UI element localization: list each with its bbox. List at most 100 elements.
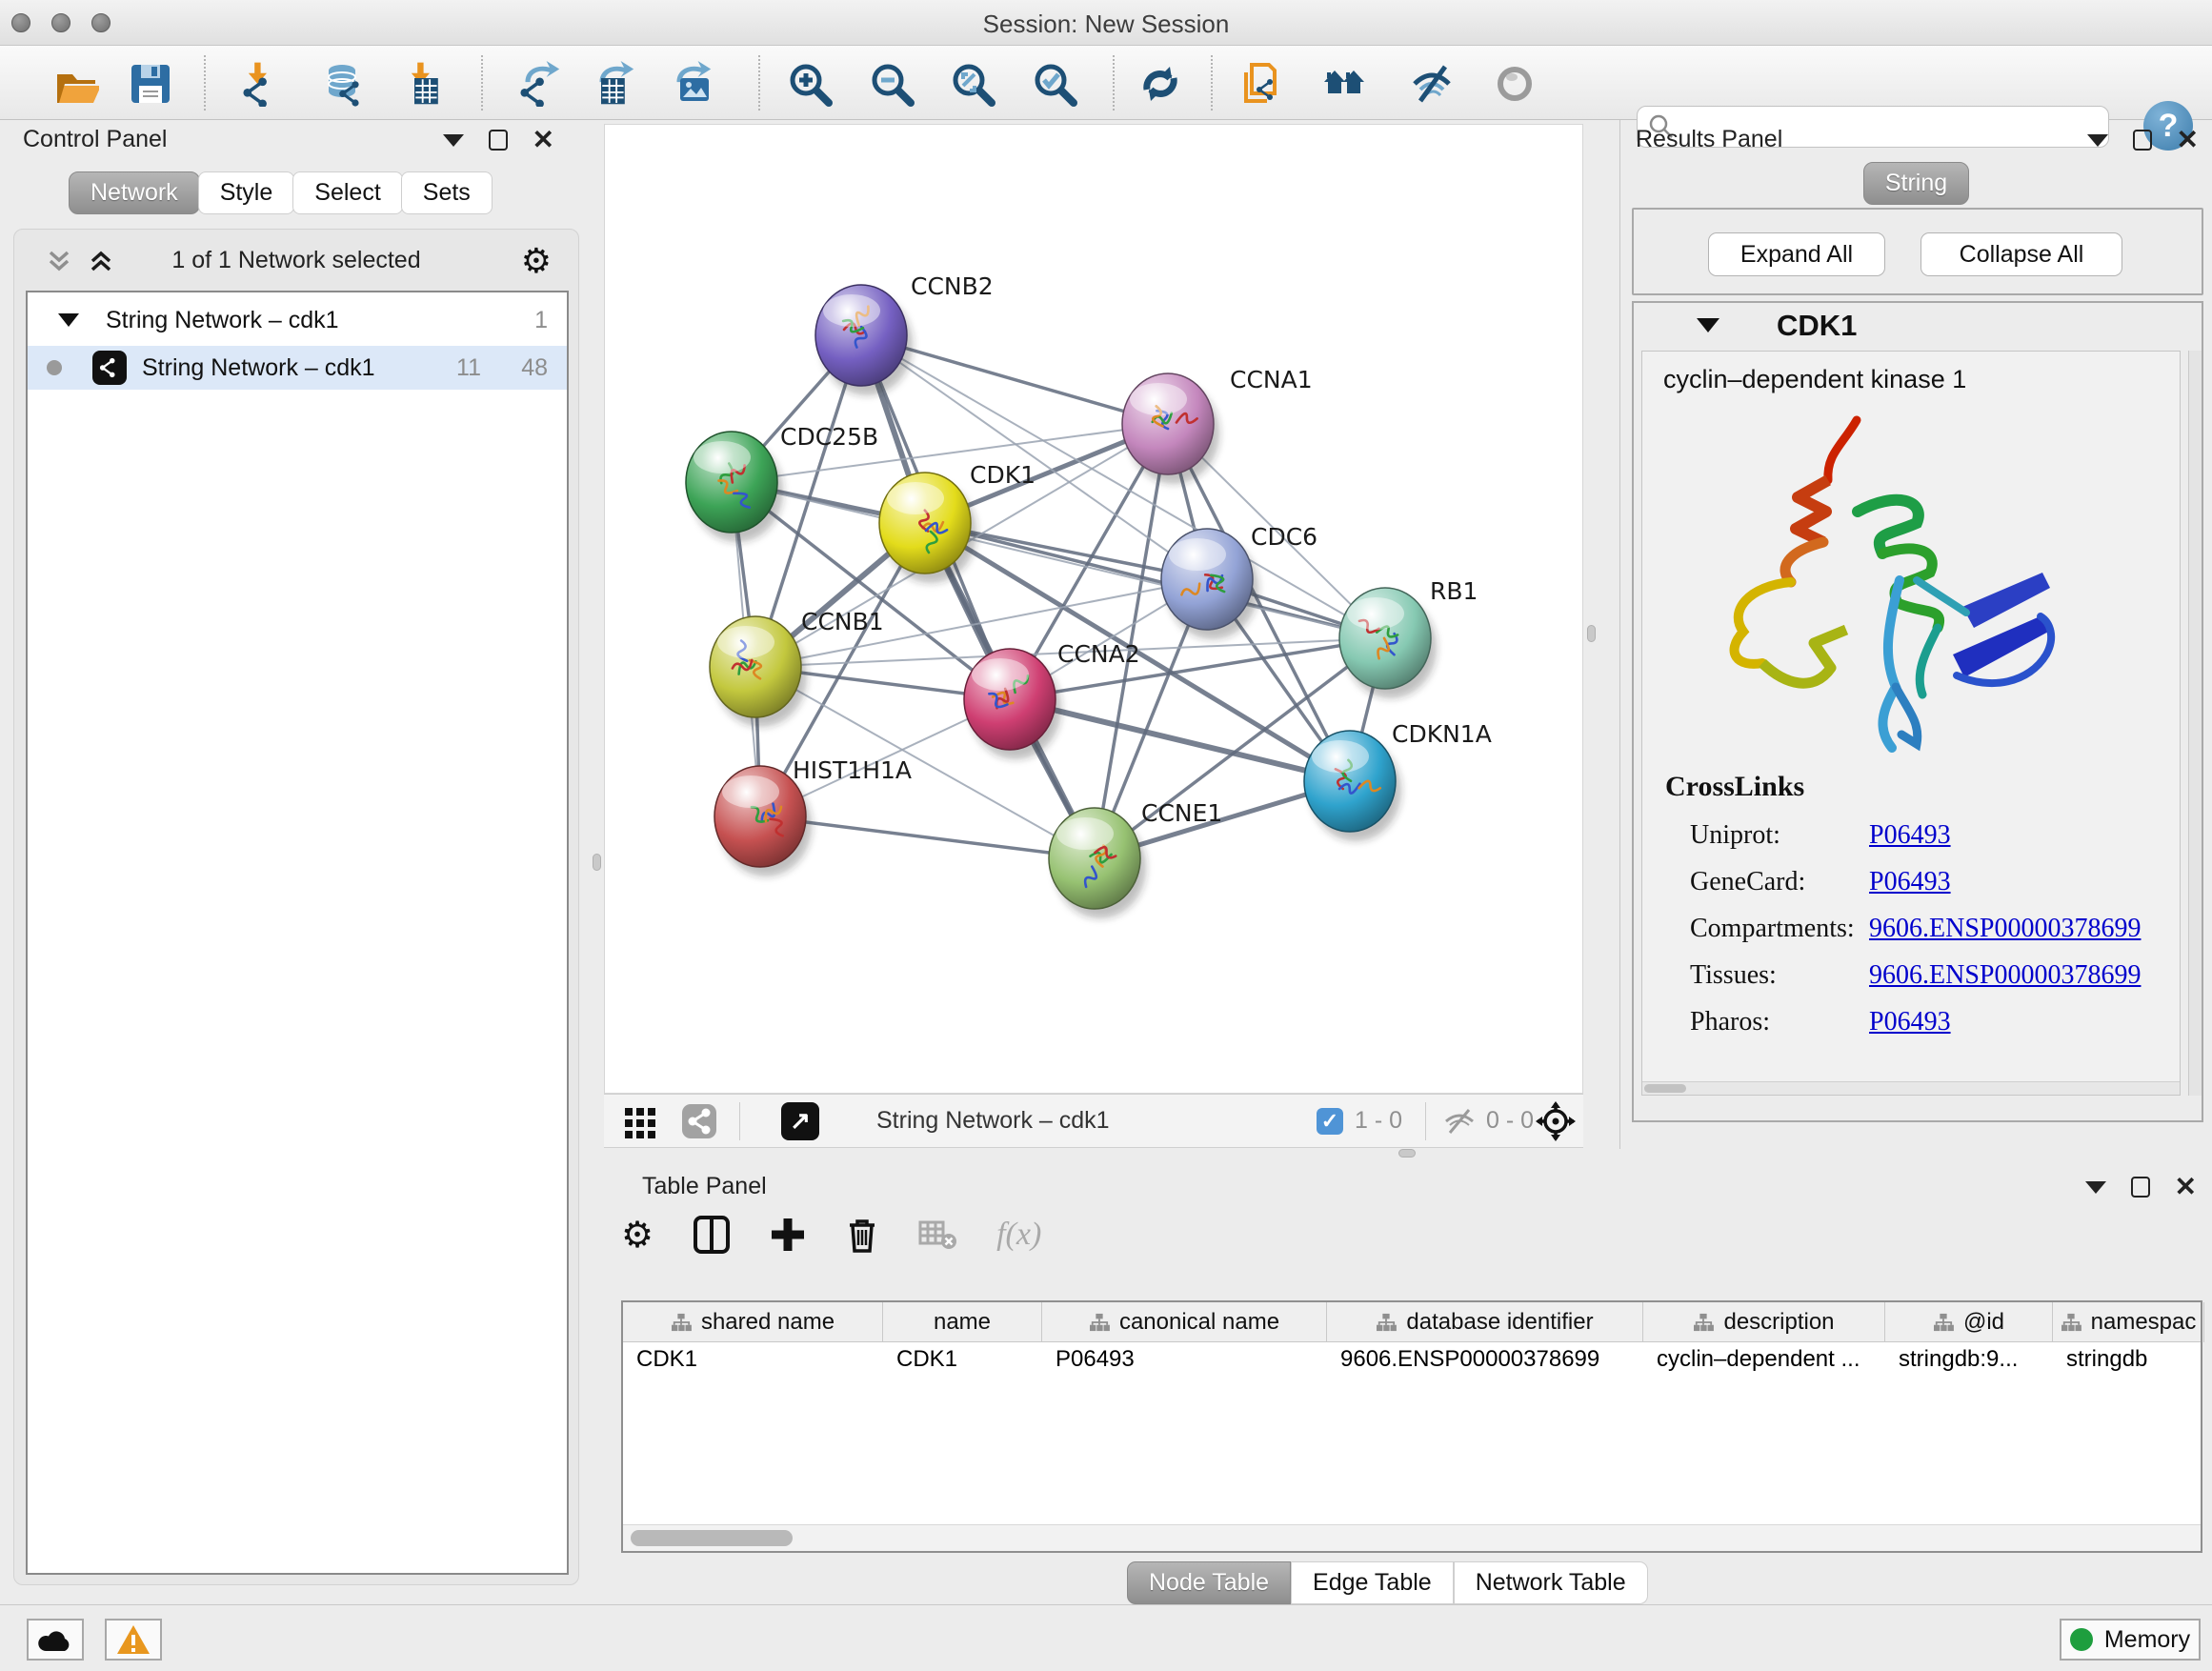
grid-view-icon[interactable]	[623, 1095, 657, 1147]
column-header-namespac[interactable]: namespac	[2053, 1302, 2204, 1342]
crosslink-link[interactable]: P06493	[1869, 820, 1951, 851]
export-table-icon[interactable]	[588, 57, 641, 111]
houses-icon[interactable]	[1318, 57, 1372, 111]
crosslink-row: Compartments: 9606.ENSP00000378699	[1690, 914, 2161, 944]
zoom-fit-icon[interactable]	[946, 57, 999, 111]
node-table: shared namenamecanonical namedatabase id…	[621, 1300, 2202, 1553]
create-column-icon[interactable]	[770, 1217, 806, 1253]
crosslink-row: Uniprot: P06493	[1690, 820, 2161, 851]
collapse-section-icon[interactable]	[1697, 318, 1719, 332]
status-bar: Memory	[0, 1604, 2212, 1671]
crosslink-link[interactable]: 9606.ENSP00000378699	[1869, 960, 2141, 991]
tab-edge-table[interactable]: Edge Table	[1291, 1561, 1454, 1604]
table-panel-menu-icon[interactable]	[2085, 1181, 2106, 1194]
memory-button[interactable]: Memory	[2060, 1619, 2201, 1661]
crosslink-link[interactable]: P06493	[1869, 1007, 1951, 1037]
table-cell[interactable]: CDK1	[896, 1346, 1036, 1373]
column-header--id[interactable]: @id	[1885, 1302, 2053, 1342]
column-header-name[interactable]: name	[883, 1302, 1042, 1342]
open-session-icon[interactable]	[50, 57, 103, 111]
column-header-description[interactable]: description	[1643, 1302, 1885, 1342]
table-cell[interactable]: P06493	[1056, 1346, 1321, 1373]
refresh-layout-icon[interactable]	[1134, 57, 1187, 111]
import-table-icon[interactable]	[395, 57, 449, 111]
delete-column-icon[interactable]	[846, 1216, 878, 1254]
hidden-nodes-indicator[interactable]: 0 - 0	[1442, 1095, 1534, 1147]
svg-text:CDKN1A: CDKN1A	[1392, 720, 1492, 748]
column-header-canonical-name[interactable]: canonical name	[1042, 1302, 1327, 1342]
protein-structure-image	[1671, 409, 2081, 761]
table-options-gear-icon[interactable]: ⚙	[621, 1214, 654, 1257]
zoom-in-icon[interactable]	[783, 57, 836, 111]
export-image-icon[interactable]	[665, 57, 718, 111]
table-cell[interactable]: 9606.ENSP00000378699	[1340, 1346, 1638, 1373]
network-view-canvas[interactable]: CCNB2 CCNA1 CDC25B CDK1 CDC6 RB1 CCNB1	[604, 124, 1583, 1094]
tab-style[interactable]: Style	[198, 171, 295, 214]
results-panel-menu-icon[interactable]	[2087, 134, 2108, 147]
table-tabs: Node TableEdge TableNetwork Table	[1127, 1561, 1648, 1604]
table-cell[interactable]: CDK1	[636, 1346, 877, 1373]
zoom-selected-icon[interactable]	[1028, 57, 1081, 111]
left-splitter-handle[interactable]	[593, 854, 601, 871]
table-panel-title: Table Panel	[642, 1173, 767, 1200]
network-list-view-icon[interactable]	[680, 1095, 718, 1147]
warnings-button[interactable]	[105, 1619, 162, 1661]
tab-string[interactable]: String	[1863, 162, 1969, 205]
import-database-icon[interactable]	[317, 57, 371, 111]
column-header-database-identifier[interactable]: database identifier	[1327, 1302, 1643, 1342]
network-node-CCNA2	[964, 649, 1061, 759]
expand-all-button[interactable]: Expand All	[1708, 232, 1885, 276]
results-panel-float-icon[interactable]	[2133, 130, 2152, 151]
gene-detail-panel: cyclin–dependent kinase 1	[1641, 351, 2181, 1096]
tree-expander-icon[interactable]	[58, 313, 79, 327]
control-panel-close-icon[interactable]: ✕	[533, 131, 554, 150]
selected-nodes-indicator[interactable]: ✓ 1 - 0	[1317, 1095, 1402, 1147]
tab-select[interactable]: Select	[292, 171, 402, 214]
duplicate-pages-icon[interactable]	[1235, 57, 1288, 111]
network-node-RB1	[1339, 588, 1437, 698]
fit-selected-crosshair-icon[interactable]	[1536, 1095, 1576, 1147]
save-session-icon[interactable]	[124, 57, 177, 111]
network-options-gear-icon[interactable]: ⚙	[521, 241, 552, 281]
import-network-icon[interactable]	[232, 57, 286, 111]
show-columns-icon[interactable]	[694, 1216, 730, 1254]
network-node-CDK1	[879, 473, 976, 583]
crosslink-link[interactable]: P06493	[1869, 867, 1951, 897]
svg-text:CDK1: CDK1	[970, 461, 1036, 489]
table-cell[interactable]: stringdb	[2066, 1346, 2199, 1373]
bottom-splitter-handle[interactable]	[1398, 1149, 1416, 1158]
cloud-icon	[36, 1626, 74, 1653]
network-tree-row[interactable]: String Network – cdk1 11 48	[28, 346, 567, 390]
title-bar: Session: New Session	[0, 0, 2212, 46]
gene-section-header[interactable]: CDK1	[1634, 303, 2202, 349]
eye-disabled-icon[interactable]	[1488, 57, 1541, 111]
results-panel-close-icon[interactable]: ✕	[2177, 131, 2199, 150]
column-header-shared-name[interactable]: shared name	[623, 1302, 883, 1342]
collapse-all-button[interactable]: Collapse All	[1920, 232, 2122, 276]
tab-sets[interactable]: Sets	[401, 171, 493, 214]
network-node-CDC6	[1161, 529, 1258, 639]
table-cell[interactable]: cyclin–dependent ...	[1657, 1346, 1880, 1373]
table-cell[interactable]: stringdb:9...	[1899, 1346, 2047, 1373]
table-panel-close-icon[interactable]: ✕	[2175, 1178, 2197, 1197]
network-tree-row[interactable]: String Network – cdk1 1	[28, 298, 567, 342]
control-panel-tabs: NetworkStyleSelectSets	[69, 171, 493, 214]
crosslink-link[interactable]: 9606.ENSP00000378699	[1869, 914, 2141, 944]
tab-node-table[interactable]: Node Table	[1127, 1561, 1291, 1604]
detail-vscrollbar[interactable]	[2188, 351, 2202, 1096]
control-panel-float-icon[interactable]	[489, 130, 508, 151]
control-panel-menu-icon[interactable]	[443, 134, 464, 147]
hide-eye-icon[interactable]	[1405, 57, 1458, 111]
tab-network-table[interactable]: Network Table	[1454, 1561, 1648, 1604]
birdseye-view-icon[interactable]: ↗	[781, 1095, 819, 1147]
table-panel-float-icon[interactable]	[2131, 1177, 2150, 1198]
right-splitter-handle[interactable]	[1587, 625, 1596, 642]
zoom-out-icon[interactable]	[865, 57, 918, 111]
tab-network[interactable]: Network	[69, 171, 200, 214]
toolbar-separator	[1211, 55, 1213, 111]
crosslink-label: GeneCard:	[1690, 867, 1869, 897]
cloud-button[interactable]	[27, 1619, 84, 1661]
export-network-icon[interactable]	[513, 57, 567, 111]
table-hscrollbar[interactable]	[623, 1524, 2201, 1551]
detail-hscrollbar[interactable]	[1642, 1081, 2180, 1095]
